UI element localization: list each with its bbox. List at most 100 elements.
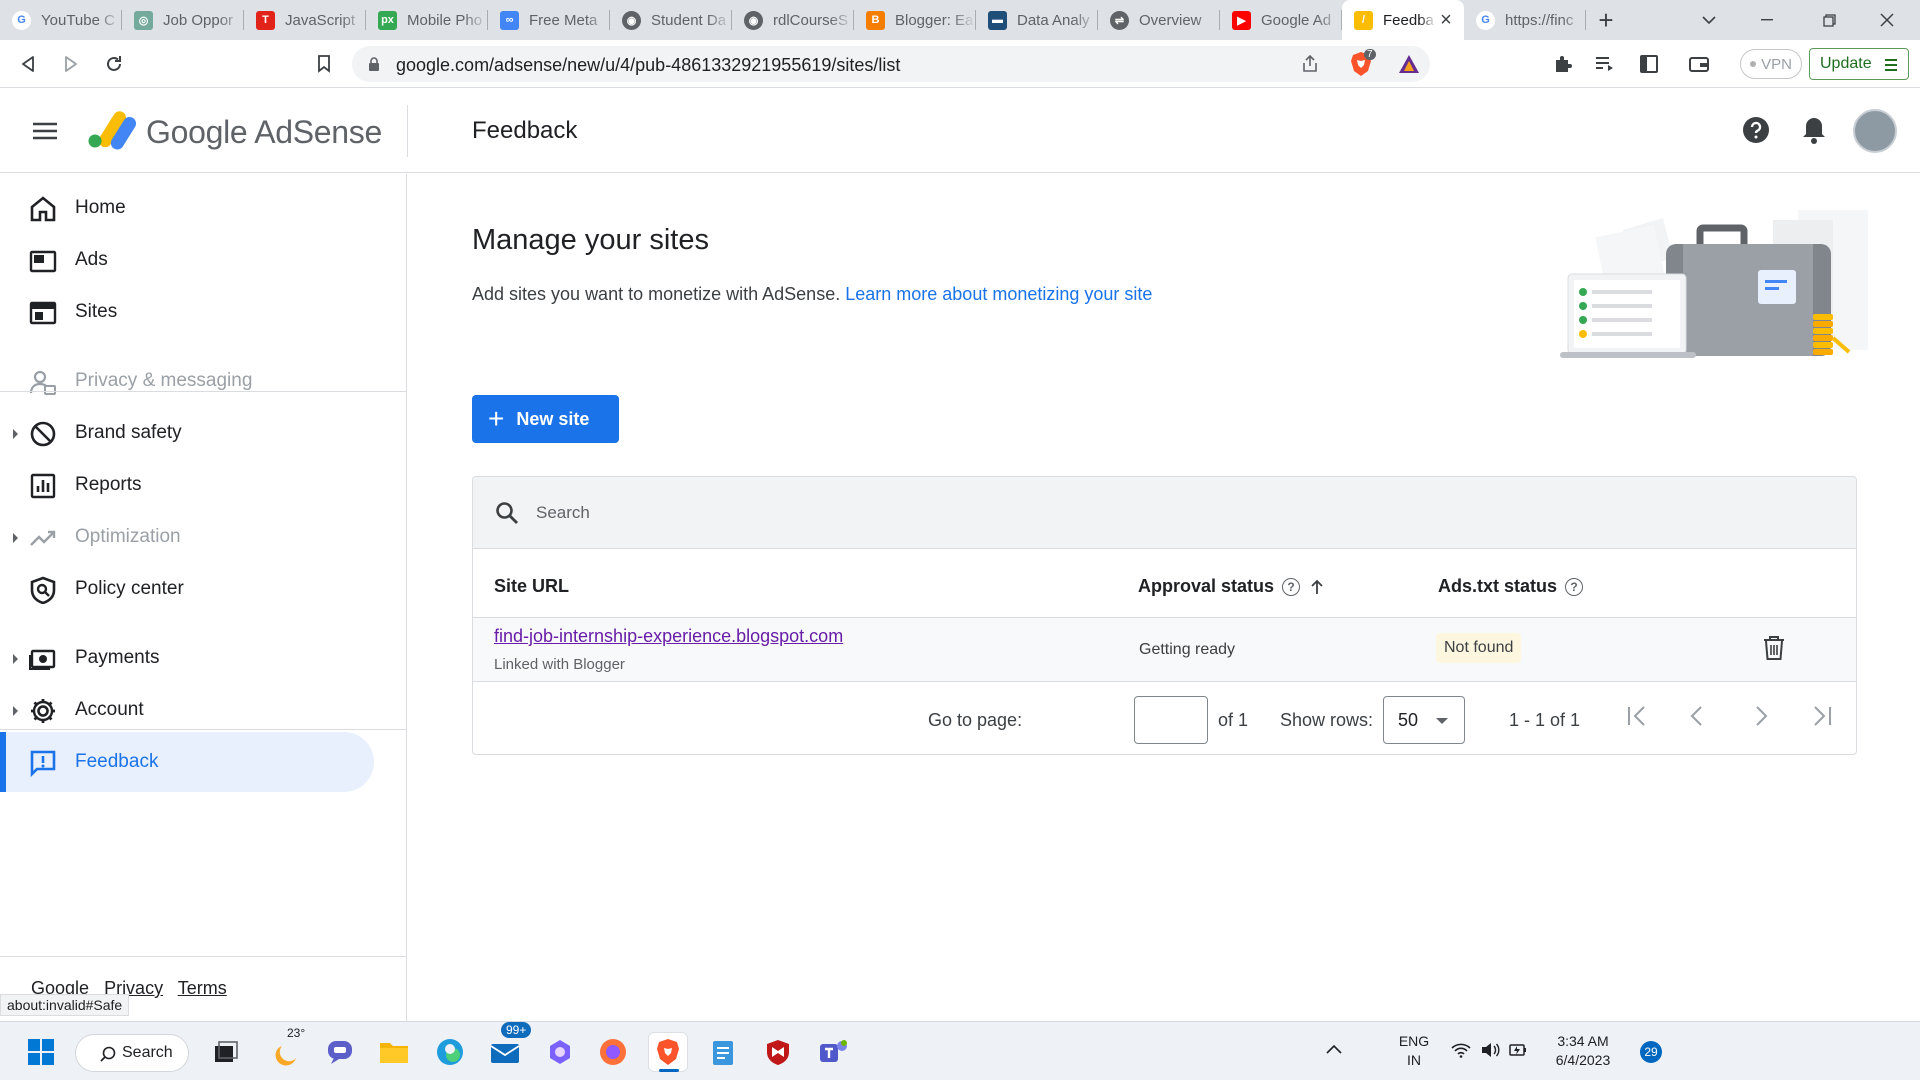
browser-tab[interactable]: ▶ Google Ad xyxy=(1220,0,1342,40)
close-window-button[interactable] xyxy=(1858,0,1916,40)
account-avatar[interactable] xyxy=(1853,109,1897,153)
browser-tab[interactable]: ◉ rdlCourseS xyxy=(732,0,854,40)
notepad-button[interactable] xyxy=(703,1032,743,1072)
vpn-button[interactable]: VPN xyxy=(1740,49,1802,79)
chevron-up-icon[interactable] xyxy=(1326,1044,1342,1054)
forward-button[interactable] xyxy=(55,48,87,80)
bookmark-button[interactable] xyxy=(308,48,340,80)
sidebar-item-reports[interactable]: Reports xyxy=(0,455,374,515)
sidebar-item-payments[interactable]: Payments xyxy=(0,628,374,688)
update-button[interactable]: Update xyxy=(1809,48,1909,80)
column-label: Approval status xyxy=(1138,576,1275,596)
taskbar-search[interactable]: Search xyxy=(75,1034,189,1072)
new-site-button[interactable]: + New site xyxy=(472,395,619,443)
browser-tab[interactable]: ∞ Free Meta xyxy=(488,0,610,40)
browser-tab[interactable]: T JavaScript xyxy=(244,0,366,40)
site-url-link[interactable]: find-job-internship-experience.blogspot.… xyxy=(494,626,843,647)
rows-per-page-select[interactable]: 50 xyxy=(1383,696,1465,744)
browser-tab-title: Data Analy xyxy=(1017,11,1090,29)
footer-terms-link[interactable]: Terms xyxy=(178,978,227,998)
minimize-button[interactable] xyxy=(1738,0,1796,40)
weather-widget[interactable]: 23° xyxy=(267,1026,307,1072)
brave-rewards-icon[interactable] xyxy=(1398,54,1420,74)
reload-button[interactable] xyxy=(98,48,130,80)
close-tab-icon[interactable]: × xyxy=(1436,9,1456,32)
browser-tab[interactable]: ▬ Data Analy xyxy=(976,0,1098,40)
teams-button[interactable] xyxy=(813,1032,853,1072)
column-header-site-url[interactable]: Site URL xyxy=(494,576,569,597)
go-to-page-input[interactable] xyxy=(1134,696,1208,744)
previous-page-icon[interactable] xyxy=(1689,705,1705,727)
restore-button[interactable] xyxy=(1800,0,1858,40)
delete-trash-icon[interactable] xyxy=(1763,635,1785,661)
browser-tab[interactable]: B Blogger: Ea xyxy=(854,0,976,40)
sidebar-item-ads[interactable]: Ads xyxy=(0,230,374,290)
new-tab-button[interactable]: + xyxy=(1586,0,1626,40)
volume-icon[interactable] xyxy=(1480,1042,1500,1058)
column-header-ads-txt-status[interactable]: Ads.txt status ? xyxy=(1438,576,1584,597)
search-icon xyxy=(496,502,518,524)
learn-more-link[interactable]: Learn more about monetizing your site xyxy=(845,284,1152,304)
help-circle-icon[interactable]: ? xyxy=(1565,577,1584,596)
mcafee-button[interactable] xyxy=(758,1032,798,1072)
mail-button[interactable]: 99+ xyxy=(485,1022,532,1072)
browser-tab[interactable]: px Mobile Pho xyxy=(366,0,488,40)
expand-caret-icon[interactable] xyxy=(13,429,18,439)
teams-chat-button[interactable] xyxy=(320,1032,360,1072)
first-page-icon[interactable] xyxy=(1626,705,1648,727)
last-page-icon[interactable] xyxy=(1811,705,1833,727)
browser-tab[interactable]: ⇌ Overview xyxy=(1098,0,1220,40)
browser-tab[interactable]: / Feedba × xyxy=(1342,0,1464,40)
clock[interactable]: 3:34 AM 6/4/2023 xyxy=(1538,1032,1628,1070)
page-title: Manage your sites xyxy=(472,224,709,256)
column-header-approval-status[interactable]: Approval status ? xyxy=(1138,576,1324,597)
extensions-button[interactable] xyxy=(1547,48,1579,80)
reading-list-button[interactable] xyxy=(1589,48,1621,80)
share-icon[interactable] xyxy=(1300,54,1320,74)
browser-tab[interactable]: ◎ Job Oppor xyxy=(122,0,244,40)
sidebar-item-home[interactable]: Home xyxy=(0,178,374,238)
vpn-label: VPN xyxy=(1761,55,1792,73)
sidebar-item-sites[interactable]: Sites xyxy=(0,282,374,342)
notification-count-badge[interactable]: 29 xyxy=(1640,1041,1662,1063)
sort-ascending-icon[interactable] xyxy=(1310,579,1324,595)
battery-charging-icon[interactable] xyxy=(1508,1041,1528,1059)
sidebar-toggle-button[interactable] xyxy=(1633,48,1665,80)
task-view-button[interactable] xyxy=(206,1032,246,1072)
page-count-label: of 1 xyxy=(1218,710,1249,730)
sidebar-item-policy-center[interactable]: Policy center xyxy=(0,559,374,619)
file-explorer-button[interactable] xyxy=(374,1032,414,1072)
help-icon[interactable] xyxy=(1741,115,1771,145)
language-indicator[interactable]: ENG IN xyxy=(1394,1032,1434,1070)
expand-caret-icon[interactable] xyxy=(13,654,18,664)
wallet-button[interactable] xyxy=(1683,48,1715,80)
edge-browser-button[interactable] xyxy=(430,1032,470,1072)
policy-icon xyxy=(30,576,56,604)
search-input[interactable]: Search xyxy=(536,503,590,523)
sidebar-item-label: Policy center xyxy=(75,578,184,599)
browser-tab[interactable]: Ghttps://finc xyxy=(1464,0,1586,40)
sidebar-item-brand-safety[interactable]: Brand safety xyxy=(0,403,374,463)
browser-tab[interactable]: G YouTube C xyxy=(0,0,122,40)
browser-tab[interactable]: ◉ Student Da xyxy=(610,0,732,40)
wifi-icon[interactable] xyxy=(1451,1042,1471,1058)
help-circle-icon[interactable]: ? xyxy=(1282,577,1301,596)
brave-taskbar-button[interactable] xyxy=(648,1032,688,1072)
notifications-bell-icon[interactable] xyxy=(1801,115,1827,145)
firefox-button[interactable] xyxy=(593,1032,633,1072)
address-bar[interactable]: google.com/adsense/new/u/4/pub-486133292… xyxy=(352,46,1430,82)
sidebar-item-account[interactable]: Account xyxy=(0,680,374,740)
expand-caret-icon[interactable] xyxy=(13,706,18,716)
blogger-icon: B xyxy=(866,10,885,30)
back-button[interactable] xyxy=(12,48,44,80)
site-search-bar[interactable]: Search xyxy=(473,477,1856,549)
hamburger-menu-icon[interactable] xyxy=(28,117,62,145)
expand-caret-icon[interactable] xyxy=(13,533,18,543)
copilot-button[interactable] xyxy=(540,1032,580,1072)
tab-search-button[interactable] xyxy=(1680,0,1738,40)
brave-shields-button[interactable]: 7 xyxy=(1350,49,1376,77)
next-page-icon[interactable] xyxy=(1753,705,1769,727)
start-button[interactable] xyxy=(21,1032,61,1072)
clock-time: 3:34 AM xyxy=(1557,1033,1609,1049)
sidebar-item-feedback[interactable]: Feedback xyxy=(0,732,374,792)
